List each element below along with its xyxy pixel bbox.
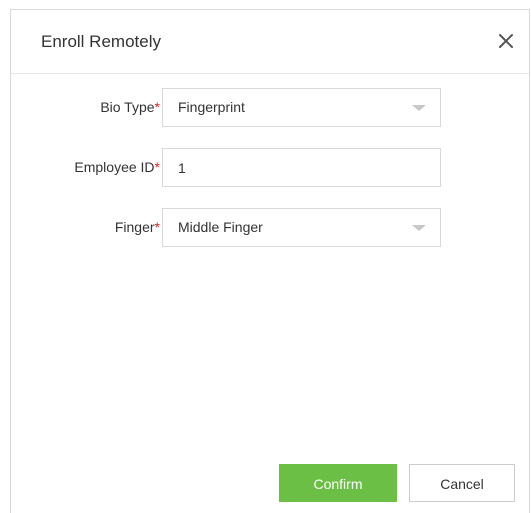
dialog-title: Enroll Remotely: [41, 32, 161, 51]
chevron-down-icon[interactable]: [412, 105, 426, 111]
finger-value: Middle Finger: [178, 219, 263, 235]
bio-type-row: Bio Type* Fingerprint: [11, 88, 529, 127]
dialog-header: Enroll Remotely: [11, 10, 529, 74]
chevron-down-icon[interactable]: [412, 225, 426, 231]
required-mark: *: [154, 159, 160, 175]
required-mark: *: [154, 219, 160, 235]
employee-id-field: [162, 148, 441, 187]
finger-row: Finger* Middle Finger: [11, 208, 529, 247]
finger-select[interactable]: Middle Finger: [162, 208, 441, 247]
finger-label: Finger*: [115, 208, 160, 247]
close-icon[interactable]: [495, 30, 517, 52]
enroll-remotely-dialog: Enroll Remotely Bio Type* Fingerprint Em…: [10, 9, 530, 513]
bio-type-label-text: Bio Type: [100, 99, 155, 115]
employee-id-label-text: Employee ID: [74, 159, 155, 175]
cancel-button[interactable]: Cancel: [409, 464, 515, 502]
required-mark: *: [154, 99, 160, 115]
close-icon-glyph: [499, 34, 513, 48]
confirm-button[interactable]: Confirm: [279, 464, 397, 502]
employee-id-input[interactable]: [163, 149, 440, 186]
finger-label-text: Finger: [114, 219, 155, 235]
bio-type-label: Bio Type*: [100, 88, 160, 127]
bio-type-value: Fingerprint: [178, 99, 245, 115]
employee-id-label: Employee ID*: [74, 148, 160, 187]
bio-type-select[interactable]: Fingerprint: [162, 88, 441, 127]
employee-id-row: Employee ID*: [11, 148, 529, 187]
